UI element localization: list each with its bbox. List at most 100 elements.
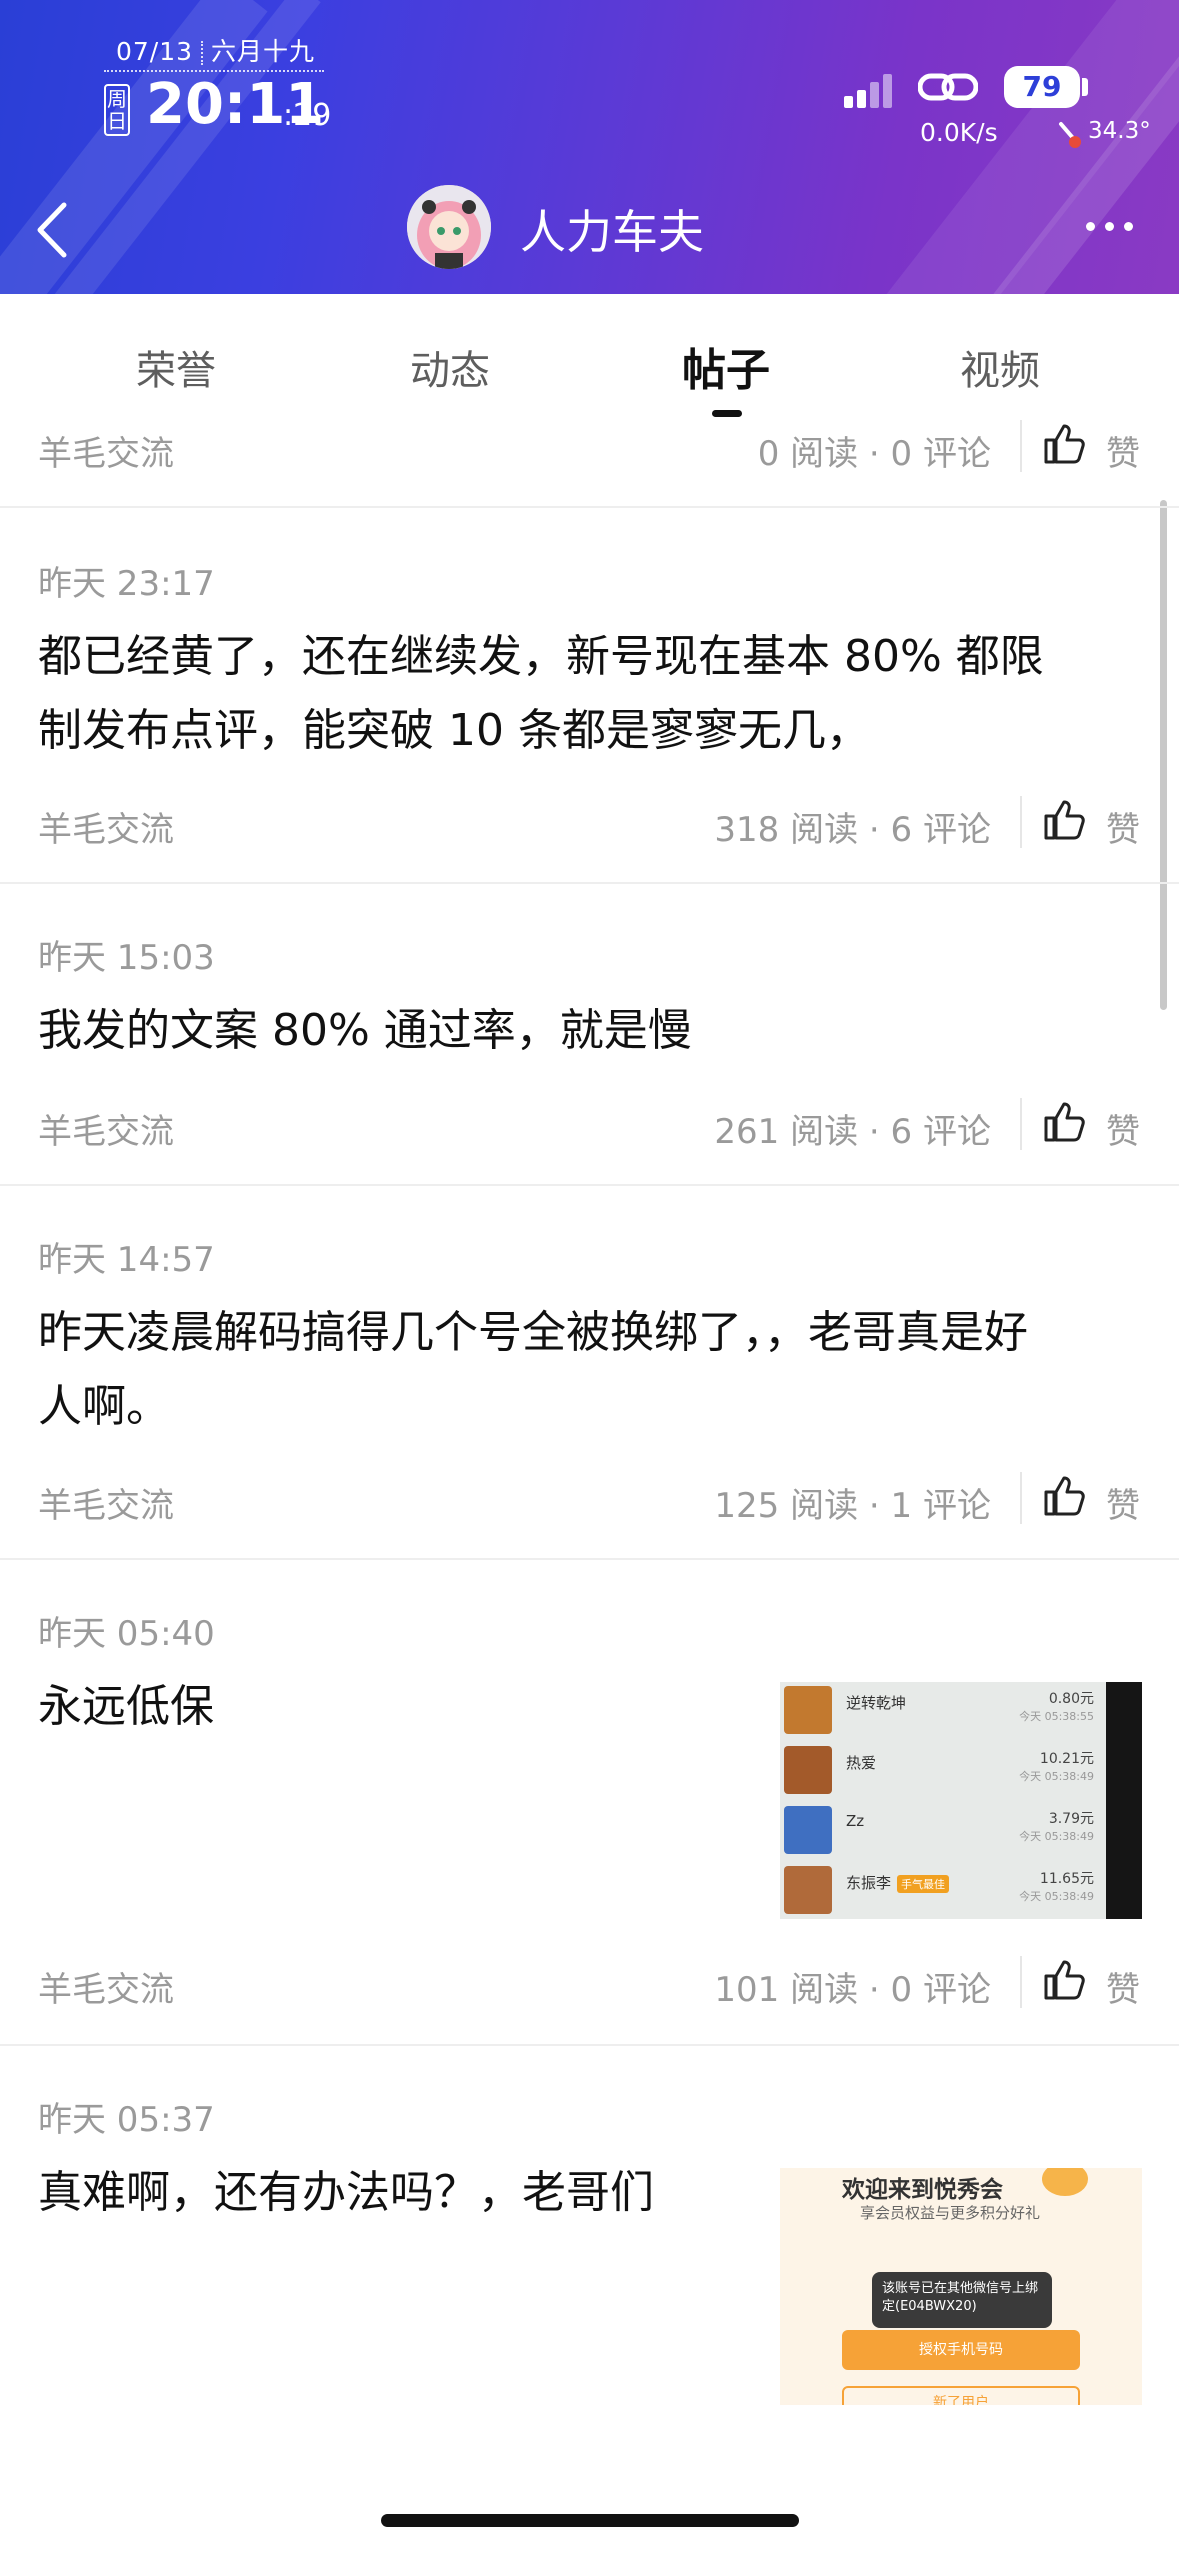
post-text-line[interactable]: 昨天凌晨解码搞得几个号全被换绑了，，老哥真是好 <box>38 1296 1028 1370</box>
thumbnail-tag: 手气最佳 <box>897 1875 950 1893</box>
thermometer-icon <box>1059 122 1081 148</box>
thumbnail-avatar <box>784 1686 832 1734</box>
thumbnail-name: 逆转乾坤 <box>846 1694 907 1712</box>
thumbnail-avatar <box>784 1746 832 1794</box>
thumbnail-time: 今天 05:38:55 <box>1019 1710 1094 1723</box>
thumbnail-amount: 11.65元 <box>1039 1871 1094 1887</box>
thumbnail-amount: 3.79元 <box>1048 1811 1094 1827</box>
signal-icon <box>844 72 892 108</box>
divider <box>0 506 1179 508</box>
post-thumbnail[interactable]: 欢迎来到悦秀会 享会员权益与更多积分好礼 授权手机号码 新了用户 该账号已在其他… <box>780 2168 1142 2405</box>
divider <box>0 1184 1179 1186</box>
status-seconds: :29 <box>283 98 332 133</box>
like-button[interactable]: 赞 <box>1106 426 1140 475</box>
tab-videos[interactable]: 视频 <box>960 338 1040 396</box>
thumbnail-time: 今天 05:38:49 <box>1019 1830 1094 1843</box>
post-text-line[interactable]: 制发布点评，能突破 10 条都是寥寥无几， <box>38 694 870 768</box>
post-meta: 羊毛交流 261 阅读 · 6 评论 赞 <box>0 1088 1179 1168</box>
divider <box>0 2044 1179 2046</box>
thumbnail-list-item: 东振李 手气最佳 11.65元 今天 05:38:49 <box>784 1862 1094 1919</box>
link-icon <box>918 73 978 101</box>
profile-nickname: 人力车夫 <box>520 205 704 259</box>
status-date: 07/13 六月十九 <box>116 37 316 66</box>
post-meta: 羊毛交流 0 阅读 · 0 评论 赞 <box>0 410 1179 490</box>
thumbnail-title: 欢迎来到悦秀会 <box>842 2177 1003 2203</box>
post-text-line[interactable]: 人啊。 <box>38 1370 170 1444</box>
meta-divider <box>1020 1098 1022 1150</box>
post-category[interactable]: 羊毛交流 <box>38 1962 174 2011</box>
post-time: 昨天 05:40 <box>38 1614 215 1654</box>
meta-divider <box>1020 420 1022 472</box>
net-speed: 0.0K/s <box>920 118 998 147</box>
thumbnail-name: 热爱 <box>846 1754 877 1772</box>
status-weekday: 周日 <box>104 84 130 136</box>
post-time: 昨天 23:17 <box>38 564 215 604</box>
post-time: 昨天 14:57 <box>38 1240 215 1280</box>
post-stats: 261 阅读 · 6 评论 <box>714 1112 991 1152</box>
thumbnail-amount: 10.21元 <box>1039 1751 1094 1767</box>
post-text-line[interactable]: 永远低保 <box>38 1670 214 1744</box>
post-stats: 0 阅读 · 0 评论 <box>757 434 991 474</box>
more-button[interactable] <box>1086 216 1138 236</box>
thumbs-up-icon[interactable] <box>1042 798 1086 842</box>
like-button[interactable]: 赞 <box>1106 1478 1140 1527</box>
thumbnail-list-item: 逆转乾坤 0.80元 今天 05:38:55 <box>784 1682 1094 1740</box>
thumbnail-list-item: 热爱 10.21元 今天 05:38:49 <box>784 1742 1094 1800</box>
post-meta: 羊毛交流 125 阅读 · 1 评论 赞 <box>0 1462 1179 1542</box>
thumbnail-subtitle: 享会员权益与更多积分好礼 <box>860 2204 1041 2222</box>
post-category[interactable]: 羊毛交流 <box>38 1478 174 1527</box>
thumbnail-button-secondary: 新了用户 <box>842 2386 1080 2405</box>
mascot-icon <box>1042 2168 1088 2196</box>
meta-divider <box>1020 1956 1022 2008</box>
avatar-image <box>407 185 491 269</box>
post-stats: 125 阅读 · 1 评论 <box>714 1486 991 1526</box>
more-icon <box>1124 222 1133 231</box>
tab-bar: 荣誉 动态 帖子 视频 <box>0 294 1179 424</box>
meta-divider <box>1020 1472 1022 1524</box>
post-time: 昨天 15:03 <box>38 938 215 978</box>
post-stats: 101 阅读 · 0 评论 <box>714 1970 991 2010</box>
post-text-line[interactable]: 真难啊，还有办法吗？，老哥们 <box>38 2156 654 2230</box>
post-text-line[interactable]: 都已经黄了，还在继续发，新号现在基本 80% 都限 <box>38 620 1044 694</box>
thumbnail-button: 授权手机号码 <box>842 2330 1080 2370</box>
thumbnail-toast: 该账号已在其他微信号上绑定(E04BWX20) <box>872 2272 1052 2328</box>
profile-header: 07/13六月十九 周日 20:11 :29 79 0.0K/s 34.3° <box>0 0 1179 294</box>
post-time: 昨天 05:37 <box>38 2100 215 2140</box>
divider <box>0 1558 1179 1560</box>
post-category[interactable]: 羊毛交流 <box>38 1104 174 1153</box>
thumbs-up-icon[interactable] <box>1042 1100 1086 1144</box>
like-button[interactable]: 赞 <box>1106 802 1140 851</box>
like-button[interactable]: 赞 <box>1106 1962 1140 2011</box>
tab-honor[interactable]: 荣誉 <box>136 338 216 396</box>
battery-tip <box>1082 78 1088 96</box>
scrollbar[interactable] <box>1160 500 1167 1010</box>
thumbnail-time: 今天 05:38:49 <box>1019 1770 1094 1783</box>
battery-icon: 79 <box>1004 66 1080 108</box>
thumbnail-time: 今天 05:38:49 <box>1019 1890 1094 1903</box>
more-icon <box>1105 222 1114 231</box>
like-button[interactable]: 赞 <box>1106 1104 1140 1153</box>
thumbnail-avatar <box>784 1806 832 1854</box>
tab-posts[interactable]: 帖子 <box>682 334 770 398</box>
thumbs-up-icon[interactable] <box>1042 1958 1086 2002</box>
tab-activity[interactable]: 动态 <box>410 338 490 396</box>
thumbnail-dark-edge <box>1106 1682 1142 1919</box>
thumbnail-amount: 0.80元 <box>1048 1691 1094 1707</box>
post-text-line[interactable]: 我发的文案 80% 通过率，就是慢 <box>38 994 692 1068</box>
meta-divider <box>1020 796 1022 848</box>
back-button[interactable] <box>30 195 80 265</box>
post-thumbnail[interactable]: 逆转乾坤 0.80元 今天 05:38:55 热爱 10.21元 今天 05:3… <box>780 1682 1142 1919</box>
temperature: 34.3° <box>1088 118 1151 144</box>
post-stats: 318 阅读 · 6 评论 <box>714 810 991 850</box>
post-meta: 羊毛交流 318 阅读 · 6 评论 赞 <box>0 786 1179 866</box>
post-category[interactable]: 羊毛交流 <box>38 802 174 851</box>
thumbnail-name: Zz <box>846 1812 865 1830</box>
thumbs-up-icon[interactable] <box>1042 422 1086 466</box>
home-indicator[interactable] <box>381 2514 799 2527</box>
thumbnail-avatar <box>784 1866 832 1914</box>
avatar[interactable] <box>407 185 491 269</box>
post-category[interactable]: 羊毛交流 <box>38 426 174 475</box>
thumbs-up-icon[interactable] <box>1042 1474 1086 1518</box>
more-icon <box>1086 222 1095 231</box>
thumbnail-name: 东振李 手气最佳 <box>846 1872 950 1893</box>
